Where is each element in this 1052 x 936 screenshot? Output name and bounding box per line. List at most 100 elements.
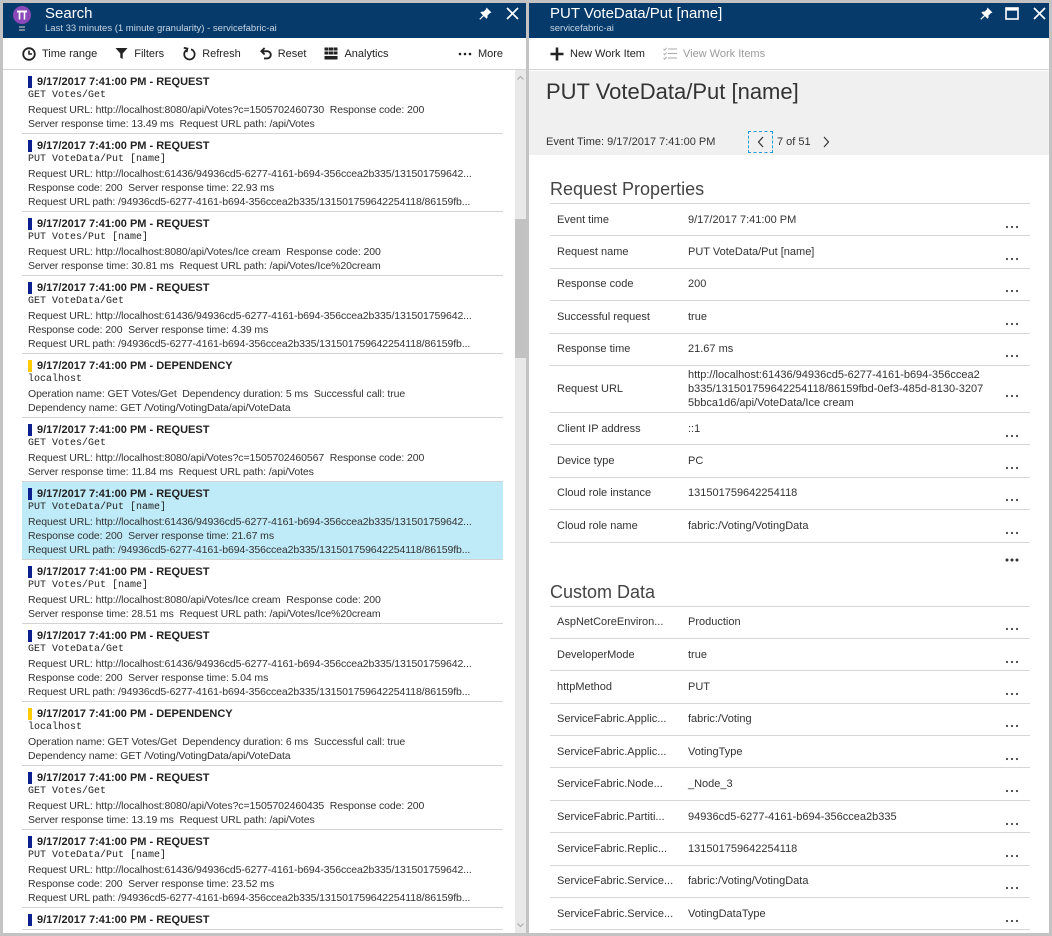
property-more-button[interactable]	[993, 773, 1030, 795]
property-more-button[interactable]	[993, 870, 1030, 892]
property-more-button[interactable]	[993, 708, 1030, 730]
more-button[interactable]: More	[458, 48, 503, 60]
view-work-items-button[interactable]: View Work Items	[663, 47, 765, 60]
request-marker-icon	[28, 914, 32, 926]
event-summary: PUT VoteData/Put [name] Event Time: 9/17…	[529, 71, 1049, 155]
property-row: Cloud role name fabric:/Voting/VotingData	[550, 510, 1030, 543]
request-result-item[interactable]: 9/17/2017 7:41:00 PM - REQUEST PUT Votes/…	[22, 212, 503, 276]
request-result-item[interactable]: 9/17/2017 7:41:00 PM - REQUEST GET Votes/…	[22, 418, 503, 482]
scroll-down-icon[interactable]	[517, 922, 524, 928]
refresh-label: Refresh	[202, 47, 241, 60]
more-options-icon	[1005, 394, 1018, 398]
results-scrollbar[interactable]	[515, 70, 526, 933]
property-more-button[interactable]	[993, 338, 1030, 360]
request-properties-heading: Request Properties	[550, 179, 705, 199]
dependency-marker-icon	[28, 360, 32, 372]
result-detail: Response code: 200 Server response time:…	[28, 672, 269, 684]
request-result-item[interactable]: 9/17/2017 7:41:00 PM - REQUEST PUT Votes/…	[22, 560, 503, 624]
property-more-button[interactable]	[993, 611, 1030, 633]
property-value: PC	[688, 455, 704, 468]
result-detail: Server response time: 30.81 ms Request U…	[28, 260, 381, 272]
result-header: 9/17/2017 7:41:00 PM - REQUEST	[28, 771, 503, 785]
show-all-properties-button[interactable]	[993, 543, 1030, 573]
more-options-icon	[1005, 499, 1018, 502]
property-more-button[interactable]	[993, 515, 1030, 537]
result-header: 9/17/2017 7:41:00 PM - DEPENDENCY	[28, 707, 503, 721]
blade-title: Search	[45, 5, 93, 22]
dependency-result-item[interactable]: 9/17/2017 7:41:00 PM - DEPENDENCY localho…	[22, 702, 503, 766]
result-detail: Request URL: http://localhost:8080/api/V…	[28, 800, 425, 812]
more-options-icon	[1005, 322, 1018, 325]
property-more-button[interactable]	[993, 838, 1030, 860]
result-header: 9/17/2017 7:41:00 PM - REQUEST	[28, 629, 503, 643]
property-name: ServiceFabric.Replic...	[557, 842, 668, 855]
refresh-button[interactable]: Refresh	[182, 46, 241, 61]
maximize-button[interactable]	[1005, 6, 1019, 20]
property-value: PUT	[688, 680, 710, 693]
result-detail: Request URL path: /94936cd5-6277-4161-b6…	[28, 892, 471, 904]
property-more-button[interactable]	[993, 273, 1030, 295]
dependency-result-item[interactable]: 9/17/2017 7:41:00 PM - DEPENDENCY localho…	[22, 354, 503, 418]
request-result-item[interactable]: 9/17/2017 7:41:00 PM - REQUEST GET Votes/…	[22, 766, 503, 830]
property-row: Event time 9/17/2017 7:41:00 PM	[550, 204, 1030, 237]
property-value: 200	[688, 278, 707, 291]
more-options-icon	[1005, 531, 1018, 534]
property-more-button[interactable]	[993, 806, 1030, 828]
property-row: Cloud role instance 131501759642254118	[550, 478, 1030, 511]
property-name: ServiceFabric.Service...	[557, 907, 674, 920]
operation-name: GET Votes/Get	[28, 786, 107, 797]
operation-name: PUT VoteData/Put [name]	[28, 154, 167, 165]
time-range-button[interactable]: Time range	[22, 46, 97, 61]
request-result-item[interactable]: 9/17/2017 7:41:00 PM - REQUEST PUT VoteDa…	[22, 830, 503, 908]
scroll-up-icon[interactable]	[517, 75, 524, 81]
result-detail: Request URL: http://localhost:61436/9493…	[28, 864, 472, 876]
scrollbar-thumb[interactable]	[515, 219, 526, 358]
property-more-button[interactable]	[993, 644, 1030, 666]
property-more-button[interactable]	[993, 241, 1030, 263]
analytics-button[interactable]: Analytics	[324, 47, 389, 60]
close-icon	[1032, 6, 1046, 20]
reset-button[interactable]: Reset	[259, 47, 306, 60]
pin-button[interactable]	[478, 6, 492, 20]
property-name: DeveloperMode	[557, 648, 635, 661]
close-button[interactable]	[1032, 6, 1046, 20]
property-more-button[interactable]	[993, 418, 1030, 440]
more-options-icon	[1005, 290, 1018, 293]
property-value: VotingDataType	[688, 907, 766, 920]
request-result-item[interactable]: 9/17/2017 7:41:00 PM - REQUEST	[22, 908, 503, 930]
request-result-item[interactable]: 9/17/2017 7:41:00 PM - REQUEST GET Votes/…	[22, 70, 503, 134]
more-options-icon	[1005, 887, 1018, 890]
property-row: ServiceFabric.Applic... fabric:/Voting	[550, 704, 1030, 737]
more-options-icon	[1005, 692, 1018, 696]
filter-icon	[115, 48, 128, 59]
result-detail: Request URL path: /94936cd5-6277-4161-b6…	[28, 338, 471, 350]
more-options-icon	[1005, 628, 1018, 631]
previous-event-button[interactable]	[748, 131, 773, 153]
request-marker-icon	[28, 772, 32, 784]
property-more-button[interactable]	[993, 676, 1030, 698]
pin-button[interactable]	[979, 6, 993, 20]
property-more-button[interactable]	[993, 378, 1030, 400]
property-value: 131501759642254118	[688, 842, 798, 855]
result-title: 9/17/2017 7:41:00 PM - DEPENDENCY	[37, 360, 233, 372]
next-event-button[interactable]	[820, 134, 832, 150]
request-result-item[interactable]: 9/17/2017 7:41:00 PM - REQUEST PUT VoteDa…	[22, 134, 503, 212]
request-detail-blade: PUT VoteData/Put [name] servicefabric-ai…	[529, 3, 1049, 933]
new-work-item-button[interactable]: New Work Item	[550, 47, 645, 61]
dependency-marker-icon	[28, 708, 32, 720]
close-button[interactable]	[505, 6, 519, 20]
request-result-item[interactable]: 9/17/2017 7:41:00 PM - REQUEST GET VoteDa…	[22, 276, 503, 354]
request-result-item[interactable]: 9/17/2017 7:41:00 PM - REQUEST GET VoteDa…	[22, 624, 503, 702]
property-more-button[interactable]	[993, 306, 1030, 328]
property-more-button[interactable]	[993, 741, 1030, 763]
property-more-button[interactable]	[993, 209, 1030, 231]
request-result-item[interactable]: 9/17/2017 7:41:00 PM - REQUEST PUT VoteDa…	[22, 482, 503, 560]
result-detail: Response code: 200 Server response time:…	[28, 530, 274, 542]
custom-data-table: AspNetCoreEnviron... Production DeveloperM…	[550, 605, 1030, 931]
request-marker-icon	[28, 630, 32, 642]
filters-button[interactable]: Filters	[115, 47, 164, 60]
property-more-button[interactable]	[993, 450, 1030, 472]
property-more-button[interactable]	[993, 482, 1030, 504]
property-more-button[interactable]	[993, 903, 1030, 925]
property-name: Client IP address	[557, 422, 641, 435]
